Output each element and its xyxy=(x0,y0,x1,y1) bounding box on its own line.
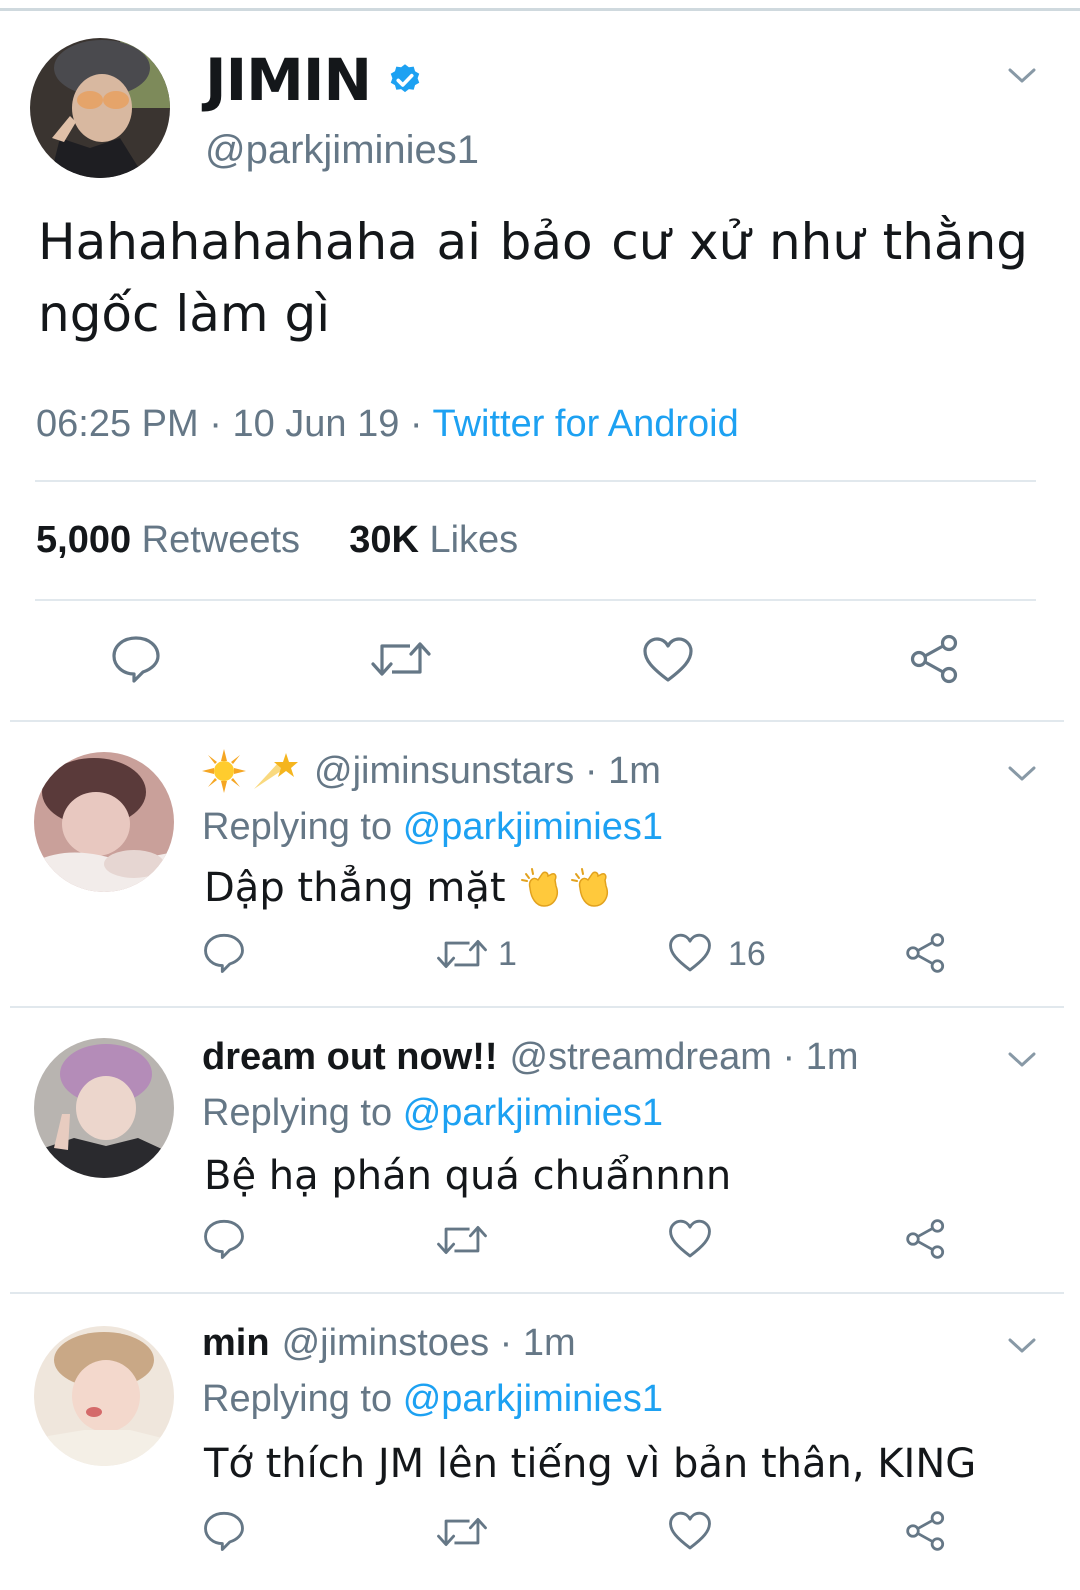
verified-badge-icon xyxy=(390,64,420,93)
divider xyxy=(35,480,1036,482)
chevron-down-icon[interactable] xyxy=(1007,1050,1037,1070)
replying-mention-link[interactable]: @parkjiminies1 xyxy=(403,1378,663,1420)
tweet-time: 06:25 PM xyxy=(36,403,199,445)
author-name[interactable]: JIMIN xyxy=(205,46,372,114)
replying-mention-link[interactable]: @parkjiminies1 xyxy=(403,806,663,848)
tweet-date: 10 Jun 19 xyxy=(232,403,400,445)
author-name-row: JIMIN xyxy=(205,46,423,114)
divider xyxy=(35,599,1036,601)
tweet-stats: 5,000 Retweets 30K Likes xyxy=(36,516,518,564)
chevron-down-icon[interactable] xyxy=(1007,1336,1037,1356)
share-icon[interactable] xyxy=(904,1218,948,1260)
retweet-label: Retweets xyxy=(141,519,301,561)
share-icon[interactable] xyxy=(904,1510,948,1552)
share-icon[interactable] xyxy=(904,932,948,974)
tweet-text: Hahahahahaha ai bảo cư xử như thằng ngốc… xyxy=(38,213,1028,343)
author-avatar[interactable] xyxy=(30,38,170,178)
like-heart-icon[interactable] xyxy=(642,636,694,684)
divider xyxy=(10,1006,1064,1008)
like-label: Likes xyxy=(429,519,519,561)
reply-header: dream out now!! @streamdream · 1m xyxy=(202,1034,859,1080)
retweet-icon[interactable] xyxy=(370,638,432,680)
divider xyxy=(10,720,1064,722)
retweet-count: 1 xyxy=(498,935,517,973)
tweet-source-link[interactable]: Twitter for Android xyxy=(432,403,738,445)
reply-age: · 1m xyxy=(584,750,661,792)
reply-icon[interactable] xyxy=(110,634,162,684)
reply-text: Dập thẳng mặt xyxy=(204,865,506,911)
like-heart-icon[interactable] xyxy=(668,932,712,974)
tweet-meta: 06:25 PM · 10 Jun 19 · Twitter for Andro… xyxy=(36,400,739,448)
replying-to-line: Replying to @parkjiminies1 xyxy=(202,804,663,850)
reply-icon[interactable] xyxy=(202,1510,246,1552)
reply-handle[interactable]: @jiminstoes xyxy=(282,1320,490,1366)
replying-to-line: Replying to @parkjiminies1 xyxy=(202,1090,663,1136)
reply-text: Bệ hạ phán quá chuẩnnnn xyxy=(204,1153,732,1199)
like-heart-icon[interactable] xyxy=(668,1218,712,1260)
share-icon[interactable] xyxy=(908,634,962,684)
divider xyxy=(10,1292,1064,1294)
reply-age: · 1m xyxy=(782,1036,859,1078)
shooting-star-emoji-icon xyxy=(254,753,298,789)
reply-header: @jiminsunstars · 1m xyxy=(202,748,661,794)
retweet-count: 5,000 xyxy=(36,519,132,561)
like-count: 16 xyxy=(728,935,766,973)
reply-icon[interactable] xyxy=(202,1218,246,1260)
reply-avatar[interactable] xyxy=(34,1326,174,1466)
reply-age: · 1m xyxy=(499,1322,576,1364)
retweet-icon[interactable] xyxy=(436,1222,488,1258)
reply-avatar[interactable] xyxy=(34,1038,174,1178)
replying-prefix: Replying to xyxy=(202,1092,393,1134)
reply-avatar[interactable] xyxy=(34,752,174,892)
reply-display-name[interactable]: dream out now!! xyxy=(202,1034,498,1080)
author-handle[interactable]: @parkjiminies1 xyxy=(205,126,479,174)
retweet-icon[interactable] xyxy=(436,936,488,972)
reply-text-row: Tớ thích JM lên tiếng vì bản thân, KING xyxy=(204,1438,976,1490)
likes-stat[interactable]: 30K Likes xyxy=(349,519,518,561)
chevron-down-icon[interactable] xyxy=(1007,66,1037,86)
clapping-hands-emoji-icon xyxy=(570,868,608,907)
retweets-stat[interactable]: 5,000 Retweets xyxy=(36,519,300,561)
chevron-down-icon[interactable] xyxy=(1007,764,1037,784)
retweet-icon[interactable] xyxy=(436,1514,488,1550)
reply-handle[interactable]: @jiminsunstars xyxy=(314,748,574,794)
top-border xyxy=(0,8,1080,11)
meta-separator: · xyxy=(399,403,433,445)
like-heart-icon[interactable] xyxy=(668,1510,712,1552)
reply-text-row: Dập thẳng mặt xyxy=(204,862,614,914)
reply-display-name[interactable]: min xyxy=(202,1320,270,1366)
reply-text-row: Bệ hạ phán quá chuẩnnnn xyxy=(204,1150,731,1202)
replying-prefix: Replying to xyxy=(202,1378,393,1420)
clapping-hands-emoji-icon xyxy=(520,868,558,907)
replying-prefix: Replying to xyxy=(202,806,393,848)
replying-mention-link[interactable]: @parkjiminies1 xyxy=(403,1092,663,1134)
reply-text: Tớ thích JM lên tiếng vì bản thân, KING xyxy=(204,1441,977,1487)
reply-handle[interactable]: @streamdream xyxy=(510,1034,772,1080)
reply-icon[interactable] xyxy=(202,932,246,974)
meta-separator: · xyxy=(198,403,233,445)
replying-to-line: Replying to @parkjiminies1 xyxy=(202,1376,663,1422)
reply-header: min @jiminstoes · 1m xyxy=(202,1320,576,1366)
like-count: 30K xyxy=(349,519,419,561)
sun-emoji-icon xyxy=(202,749,246,793)
